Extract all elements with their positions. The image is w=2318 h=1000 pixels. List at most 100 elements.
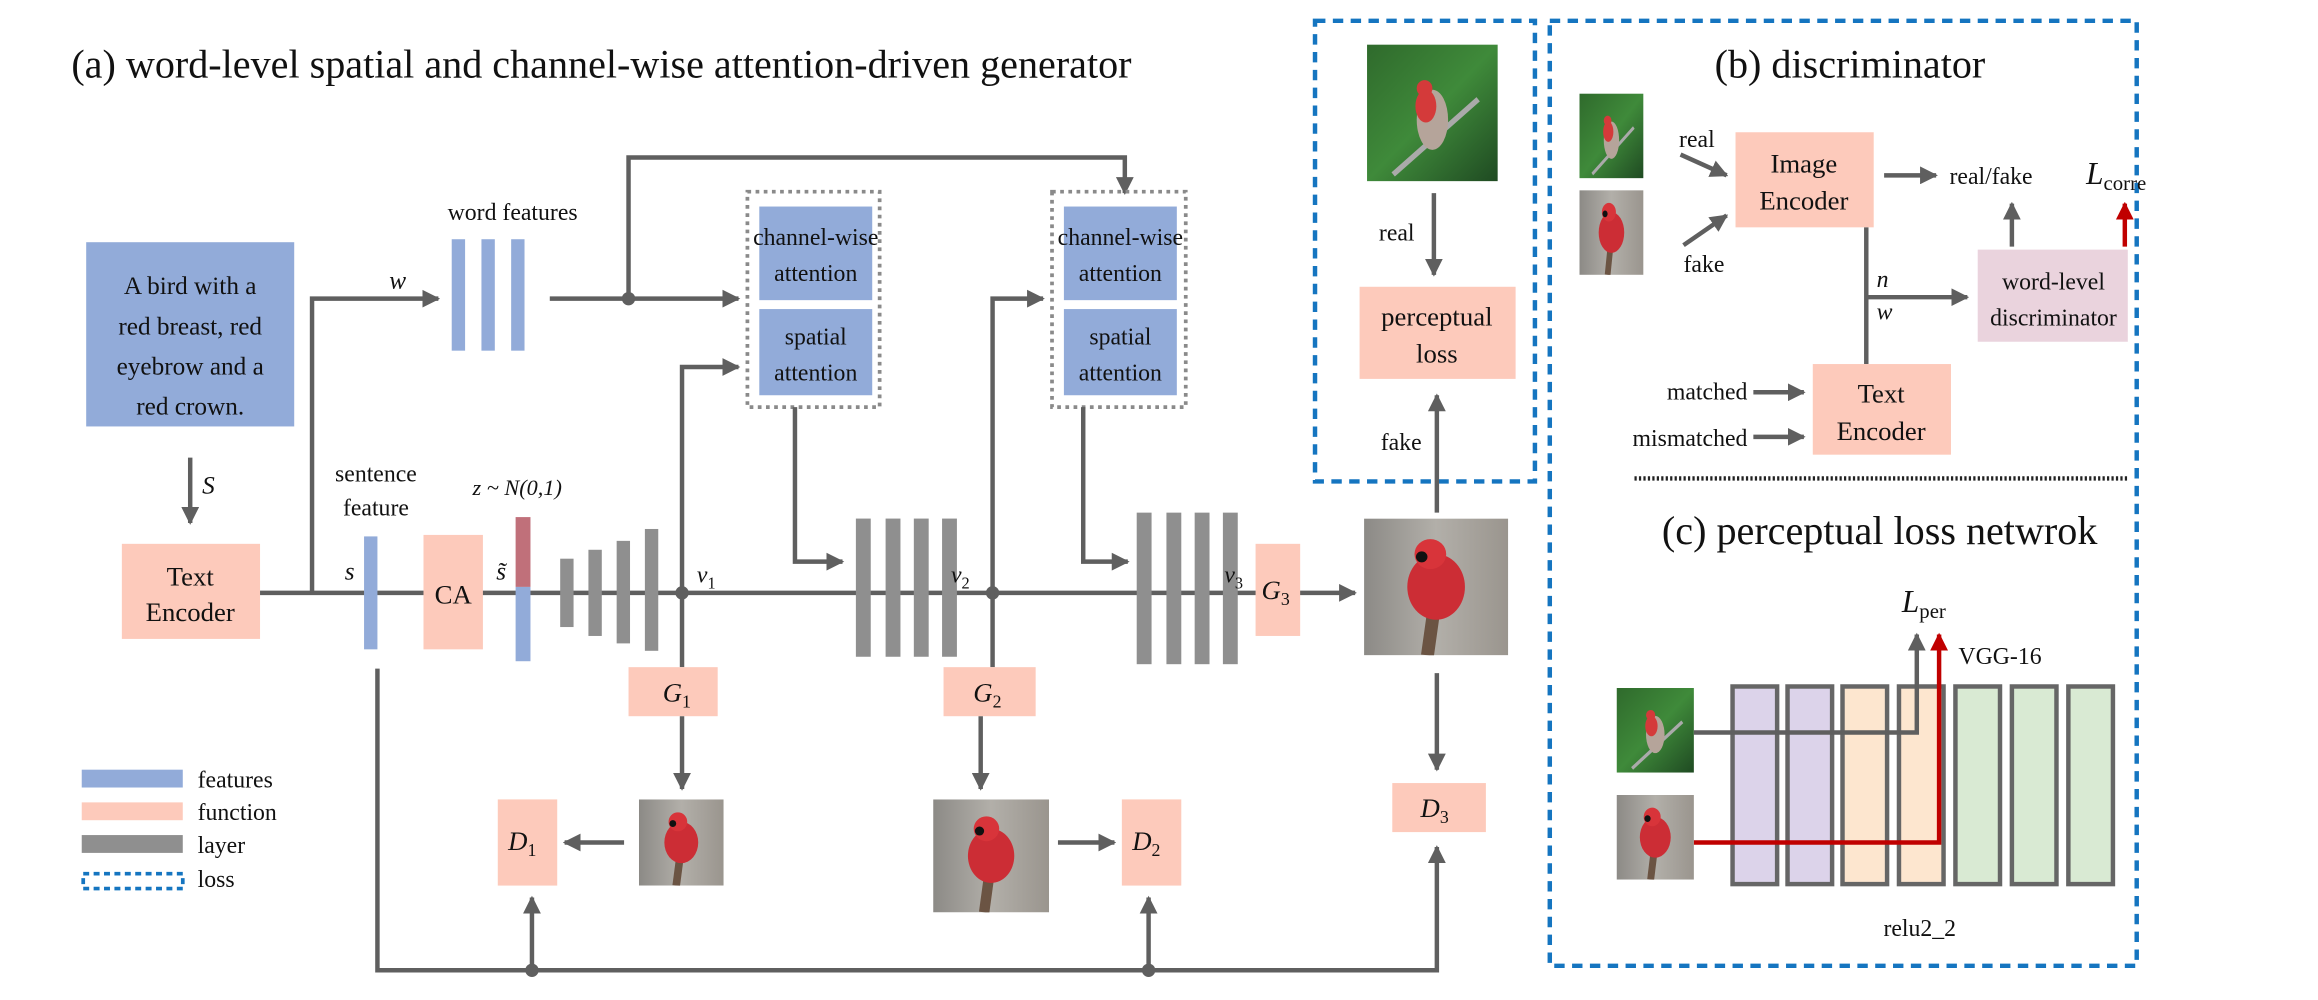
disc-real-label: real [1679,127,1715,153]
real-image [1367,45,1498,182]
real-label: real [1379,221,1415,247]
text-input-line: red breast, red [118,312,262,340]
legend: features function layer loss [81,768,277,893]
generated-image-256 [1364,519,1508,656]
text-encoder-label: Encoder [1837,416,1926,446]
fake-label: fake [1381,430,1422,456]
v2-to-attention2 [990,289,1045,593]
mismatched-label: mismatched [1633,426,1748,452]
text-input-line: red crown. [136,393,244,421]
disc-fake-image [1580,190,1644,275]
real-to-encoder-arrow [1679,152,1729,178]
spatial-attention-label: spatial [1089,325,1151,351]
legend-label: loss [198,867,235,893]
vgg-layer-3 [1840,684,1890,887]
relu2_2-label: relu2_2 [1883,916,1956,942]
text-input-line: eyebrow and a [117,352,264,380]
L-corre-label: Lcorre [2085,156,2146,195]
real-fake-output-label: real/fake [1949,164,2032,190]
v1-to-attention1 [679,358,741,593]
perceptual-loss-label: loss [1416,339,1458,369]
matched-label: matched [1667,380,1748,406]
layer-stack-1 [560,528,659,651]
vgg-layer-6 [2009,684,2059,887]
v3-label: v3 [1224,562,1243,592]
layer-stack-2 [855,518,957,657]
image-encoder-box: Image Encoder [1735,132,1874,228]
diagram: (a) word-level spatial and channel-wise … [71,18,2146,977]
G1-box: G1 [628,667,718,717]
attention-block-2: channel-wise attention spatial attention [1050,189,1188,409]
perceptual-network-title: (c) perceptual loss netwrok [1662,508,2098,553]
s-tilde-label: s̃ [496,557,507,585]
word-features-label: word features [448,200,578,226]
word-level-discriminator-box: word-level discriminator [1977,249,2128,342]
word-features-bars [451,239,525,351]
sentence-feature-label: sentence [335,461,417,487]
legend-label: function [198,800,277,826]
text-encoder-box: Text Encoder [121,543,261,639]
text-encoder-label: Text [167,561,215,591]
junction-dot [1141,963,1156,977]
spatial-attention-label: spatial [785,325,847,351]
channel-attention-label: attention [774,261,857,287]
disc-text-encoder-box: Text Encoder [1812,364,1951,455]
legend-swatch-features [81,769,183,788]
text-input-box: A bird with a red breast, red eyebrow an… [86,242,295,427]
generated-image-64 [639,799,724,885]
perceptual-loss-box: perceptual loss [1359,286,1516,379]
D2-box: D2 [1121,799,1182,886]
S-label: S [202,471,215,499]
attention1-to-stage2 [792,407,845,571]
channel-attention-label: attention [1079,261,1162,287]
sentence-feature-bar [364,536,378,650]
legend-label: layer [198,833,246,859]
image-encoder-label: Image [1770,148,1837,178]
spatial-attention-label: attention [774,360,857,386]
w-label: w [389,266,406,294]
L-per-label: Lper [1901,584,1946,623]
n-label: n [1877,267,1889,293]
G3-box: G3 [1255,543,1301,636]
noise-bar [515,517,531,587]
vgg-real-image [1616,687,1694,773]
fake-to-encoder-arrow [1682,213,1729,248]
text-encoder-label: Text [1858,379,1906,409]
ca-box: CA [423,534,483,650]
discriminator-title: (b) discriminator [1715,41,1986,86]
vgg-layer-7 [2066,684,2116,887]
D1-box: D1 [497,799,558,886]
vgg16-layers [1730,684,2116,887]
disc-real-image [1579,93,1644,179]
word-disc-label: discriminator [1990,305,2117,331]
channel-attention-label: channel-wise [753,225,878,251]
ca-label: CA [435,579,473,609]
legend-label: features [198,768,273,794]
vgg-layer-2 [1785,684,1835,887]
attention2-to-stage3 [1080,407,1130,571]
vgg-fake-image [1617,795,1694,880]
D3-box: D3 [1392,783,1486,833]
G2-box: G2 [943,667,1036,717]
spatial-attention-label: attention [1079,360,1162,386]
generated-image-128 [933,799,1049,912]
text-input-line: A bird with a [124,272,257,300]
v1-label: v1 [697,562,716,592]
legend-swatch-layer [81,835,183,853]
z-noise-label: z ~ N(0,1) [472,475,562,500]
junction-dot [525,963,539,977]
w-label-disc: w [1877,299,1893,325]
perceptual-loss-label: perceptual [1381,301,1492,331]
legend-swatch-function [81,802,183,821]
attention-block-1: channel-wise attention spatial attention [745,189,882,409]
generator-title: (a) word-level spatial and channel-wise … [71,41,1131,86]
legend-swatch-loss [81,871,185,891]
vgg-layer-1 [1730,684,1780,887]
v2-label: v2 [951,562,970,592]
channel-attention-label: channel-wise [1058,225,1183,251]
word-disc-label: word-level [2002,270,2105,296]
s-tilde-bar [515,586,531,662]
vgg-layer-5 [1953,684,2003,887]
text-encoder-label: Encoder [146,597,235,627]
disc-fake-label: fake [1684,252,1725,278]
